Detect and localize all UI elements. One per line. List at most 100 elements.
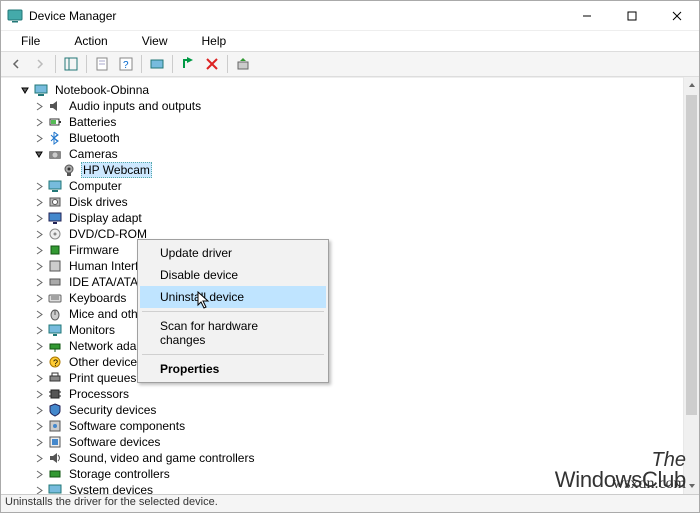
other-icon: ? <box>47 354 63 370</box>
tree-node[interactable]: Bluetooth <box>5 130 699 146</box>
chevron-right-icon[interactable] <box>33 420 45 432</box>
chevron-down-icon[interactable] <box>19 84 31 96</box>
menubar: File Action View Help <box>1 31 699 51</box>
tree-node[interactable]: Processors <box>5 386 699 402</box>
chevron-right-icon[interactable] <box>33 308 45 320</box>
menu-item-update-driver[interactable]: Update driver <box>140 242 326 264</box>
tree-node[interactable]: Disk drives <box>5 194 699 210</box>
tree-node-cameras[interactable]: Cameras <box>5 146 699 162</box>
device-manager-window: Device Manager File Action View Help ? <box>0 0 700 513</box>
monitor-icon <box>47 322 63 338</box>
window-title: Device Manager <box>29 9 564 23</box>
tree-node[interactable]: Firmware <box>5 242 699 258</box>
tree-node[interactable]: Print queues <box>5 370 699 386</box>
ide-icon <box>47 274 63 290</box>
forward-button[interactable] <box>29 53 51 75</box>
mouse-icon <box>47 306 63 322</box>
chevron-right-icon[interactable] <box>33 324 45 336</box>
chevron-right-icon[interactable] <box>33 212 45 224</box>
firmware-icon <box>47 242 63 258</box>
scroll-up-button[interactable] <box>684 77 699 93</box>
tree-node[interactable]: Monitors <box>5 322 699 338</box>
uninstall-device-button[interactable] <box>201 53 223 75</box>
chevron-right-icon[interactable] <box>33 132 45 144</box>
software-icon <box>47 418 63 434</box>
properties-button[interactable] <box>91 53 113 75</box>
tree-node[interactable]: Batteries <box>5 114 699 130</box>
menu-separator <box>142 311 324 312</box>
printer-icon <box>47 370 63 386</box>
chevron-right-icon[interactable] <box>33 228 45 240</box>
tree-node[interactable]: Security devices <box>5 402 699 418</box>
chevron-right-icon[interactable] <box>33 100 45 112</box>
menu-item-disable-device[interactable]: Disable device <box>140 264 326 286</box>
chevron-right-icon[interactable] <box>33 116 45 128</box>
chevron-down-icon[interactable] <box>33 148 45 160</box>
system-icon <box>47 482 63 494</box>
show-hide-tree-button[interactable] <box>60 53 82 75</box>
chevron-right-icon[interactable] <box>33 468 45 480</box>
computer-icon <box>33 82 49 98</box>
enable-device-button[interactable] <box>177 53 199 75</box>
menu-item-scan-hardware[interactable]: Scan for hardware changes <box>140 315 326 351</box>
bluetooth-icon <box>47 130 63 146</box>
tree-node[interactable]: IDE ATA/ATAP <box>5 274 699 290</box>
computer-icon <box>47 178 63 194</box>
vertical-scrollbar[interactable] <box>683 77 699 494</box>
chevron-right-icon[interactable] <box>33 340 45 352</box>
hid-icon <box>47 258 63 274</box>
menu-separator <box>142 354 324 355</box>
statusbar: Uninstalls the driver for the selected d… <box>1 494 699 512</box>
chevron-right-icon[interactable] <box>33 196 45 208</box>
tree-node[interactable]: Audio inputs and outputs <box>5 98 699 114</box>
chevron-right-icon[interactable] <box>33 292 45 304</box>
chevron-right-icon[interactable] <box>33 388 45 400</box>
toolbar: ? <box>1 51 699 77</box>
tree-node[interactable]: Software devices <box>5 434 699 450</box>
scroll-down-button[interactable] <box>684 478 699 494</box>
svg-text:?: ? <box>53 358 58 368</box>
minimize-button[interactable] <box>564 1 609 30</box>
maximize-button[interactable] <box>609 1 654 30</box>
chevron-right-icon[interactable] <box>33 436 45 448</box>
tree-node[interactable]: Display adapt <box>5 210 699 226</box>
menu-item-uninstall-device[interactable]: Uninstall device <box>140 286 326 308</box>
update-driver-button[interactable] <box>232 53 254 75</box>
scan-hardware-button[interactable] <box>146 53 168 75</box>
menu-file[interactable]: File <box>5 32 56 50</box>
tree-node[interactable]: Network adapters <box>5 338 699 354</box>
sound-icon <box>47 450 63 466</box>
tree-node[interactable]: Software components <box>5 418 699 434</box>
status-text: Uninstalls the driver for the selected d… <box>5 496 218 508</box>
close-button[interactable] <box>654 1 699 30</box>
tree-node[interactable]: Mice and other pointing devices <box>5 306 699 322</box>
dvd-icon <box>47 226 63 242</box>
chevron-right-icon[interactable] <box>33 276 45 288</box>
device-tree[interactable]: Notebook-Obinna Audio inputs and outputs… <box>1 77 699 494</box>
menu-item-properties[interactable]: Properties <box>140 358 326 380</box>
chevron-right-icon[interactable] <box>33 260 45 272</box>
camera-icon <box>47 146 63 162</box>
help-button[interactable]: ? <box>115 53 137 75</box>
scrollbar-thumb[interactable] <box>686 95 697 415</box>
svg-text:?: ? <box>123 60 129 71</box>
tree-node[interactable]: Computer <box>5 178 699 194</box>
display-icon <box>47 210 63 226</box>
menu-view[interactable]: View <box>126 32 184 50</box>
tree-node-hp-webcam[interactable]: HP Webcam <box>5 162 699 178</box>
chevron-right-icon[interactable] <box>33 484 45 494</box>
back-button[interactable] <box>5 53 27 75</box>
tree-root[interactable]: Notebook-Obinna <box>5 82 699 98</box>
chevron-right-icon[interactable] <box>33 356 45 368</box>
menu-help[interactable]: Help <box>186 32 243 50</box>
tree-node[interactable]: DVD/CD-ROM <box>5 226 699 242</box>
chevron-right-icon[interactable] <box>33 452 45 464</box>
tree-node[interactable]: Human Interf <box>5 258 699 274</box>
chevron-right-icon[interactable] <box>33 180 45 192</box>
chevron-right-icon[interactable] <box>33 404 45 416</box>
chevron-right-icon[interactable] <box>33 372 45 384</box>
tree-node[interactable]: Keyboards <box>5 290 699 306</box>
tree-node[interactable]: ?Other devices <box>5 354 699 370</box>
menu-action[interactable]: Action <box>58 32 123 50</box>
chevron-right-icon[interactable] <box>33 244 45 256</box>
